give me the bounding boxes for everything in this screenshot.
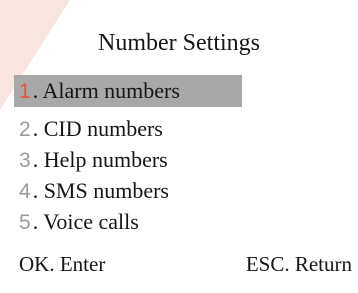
menu-item-label: . SMS numbers	[32, 178, 169, 203]
menu-item-label: . CID numbers	[32, 116, 163, 141]
esc-return-hint: ESC. Return	[245, 252, 352, 276]
menu-item-label: . Alarm numbers	[32, 78, 180, 103]
menu-item-voice-calls[interactable]: 5. Voice calls	[19, 207, 139, 237]
menu-item-cid-numbers[interactable]: 2. CID numbers	[19, 114, 163, 144]
menu-item-number: 2	[19, 118, 31, 141]
menu-item-help-numbers[interactable]: 3. Help numbers	[19, 145, 168, 175]
menu-item-number: 3	[19, 149, 31, 172]
menu-item-sms-numbers[interactable]: 4. SMS numbers	[19, 176, 169, 206]
menu-item-alarm-numbers[interactable]: 1. Alarm numbers	[14, 75, 242, 107]
menu-item-number: 4	[19, 180, 31, 203]
menu-item-number: 5	[19, 211, 31, 234]
menu-item-number: 1	[19, 80, 31, 103]
menu-item-label: . Voice calls	[32, 209, 139, 234]
screen-title: Number Settings	[98, 30, 260, 56]
ok-enter-hint: OK. Enter	[19, 252, 106, 276]
menu-item-label: . Help numbers	[32, 147, 168, 172]
